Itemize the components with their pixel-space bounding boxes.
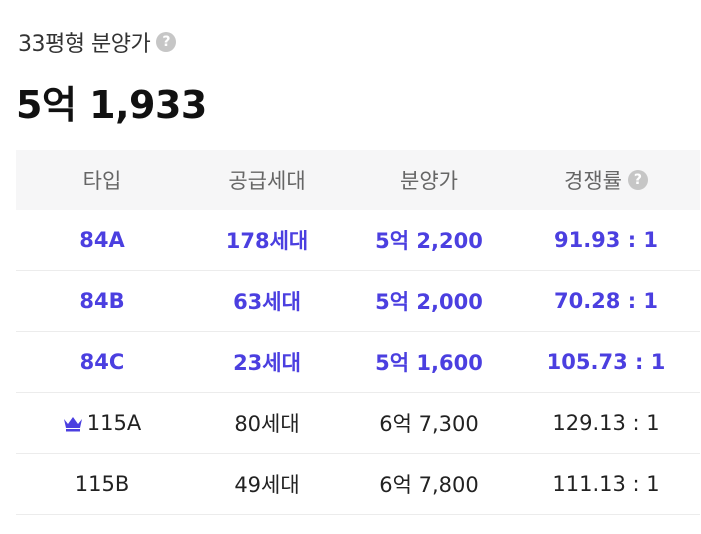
column-header-units: 공급세대 — [188, 150, 346, 210]
cell-type: 84A — [16, 210, 188, 271]
cell-units: 178세대 — [188, 210, 346, 271]
column-header-price: 분양가 — [346, 150, 512, 210]
subtitle-text: 33평형 분양가 — [18, 32, 151, 57]
cell-units: 63세대 — [188, 270, 346, 332]
table-row: 115A 80세대 6억 7,300 129.13 : 1 — [16, 392, 700, 454]
cell-type: 84C — [16, 331, 188, 393]
cell-type: 115A — [16, 392, 188, 454]
table-row: 84A 178세대 5억 2,200 91.93 : 1 — [16, 210, 700, 271]
table-row: 84B 63세대 5억 2,000 70.28 : 1 — [16, 270, 700, 332]
price-panel: 33평형 분양가 ? 5억 1,933 타입 공급세대 분양가 경쟁률 ? 84… — [0, 0, 701, 534]
cell-ratio: 91.93 : 1 — [512, 210, 700, 271]
cell-ratio: 105.73 : 1 — [512, 331, 700, 393]
column-header-type: 타입 — [16, 150, 188, 210]
cell-ratio: 111.13 : 1 — [512, 453, 700, 515]
cell-price: 5억 1,600 — [346, 331, 512, 393]
cell-type: 84B — [16, 270, 188, 332]
cell-price: 5억 2,200 — [346, 210, 512, 271]
table-row: 115B 49세대 6억 7,800 111.13 : 1 — [16, 453, 700, 515]
cell-type-label: 115A — [86, 411, 142, 435]
sale-price-value: 5억 1,933 — [16, 83, 207, 127]
pyeong-price-label: 33평형 분양가 ? — [18, 26, 177, 58]
column-header-ratio-label: 경쟁률 — [564, 169, 622, 193]
cell-price: 6억 7,300 — [346, 392, 512, 454]
ratio-help-icon[interactable]: ? — [627, 170, 648, 190]
cell-price: 5억 2,000 — [346, 270, 512, 332]
unit-type-table: 타입 공급세대 분양가 경쟁률 ? 84A 178세대 5억 2,200 91.… — [16, 150, 700, 515]
cell-ratio: 129.13 : 1 — [512, 392, 700, 454]
help-icon[interactable]: ? — [156, 32, 177, 52]
cell-ratio: 70.28 : 1 — [512, 270, 700, 332]
column-header-ratio: 경쟁률 ? — [512, 150, 700, 210]
cell-units: 80세대 — [188, 392, 346, 454]
table-row: 84C 23세대 5억 1,600 105.73 : 1 — [16, 331, 700, 393]
cell-type: 115B — [16, 453, 188, 515]
cell-units: 23세대 — [188, 331, 346, 393]
cell-price: 6억 7,800 — [346, 453, 512, 515]
crown-icon — [63, 417, 82, 432]
table-header-row: 타입 공급세대 분양가 경쟁률 ? — [16, 150, 700, 210]
cell-units: 49세대 — [188, 453, 346, 515]
